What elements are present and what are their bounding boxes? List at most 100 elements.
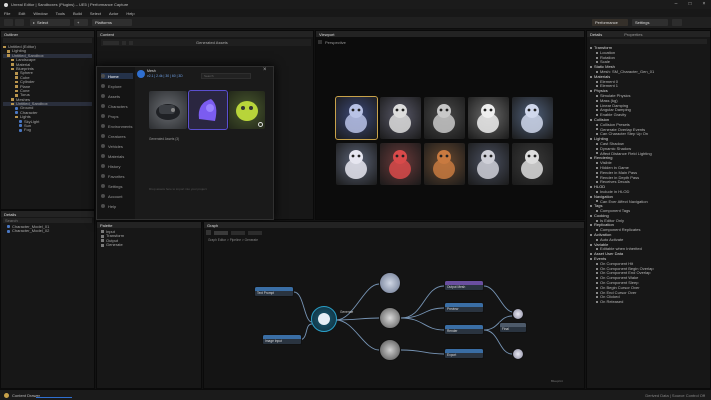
add-button[interactable]: + bbox=[74, 19, 88, 26]
generate-node[interactable] bbox=[311, 306, 337, 332]
nav-item-explore[interactable]: Explore bbox=[101, 83, 122, 89]
checkbox-icon[interactable] bbox=[596, 123, 598, 126]
checkbox-icon[interactable] bbox=[596, 70, 598, 73]
generated-asset-thumbnail[interactable] bbox=[468, 143, 509, 185]
graph-node[interactable]: Text Prompt bbox=[254, 286, 294, 297]
menu-item-file[interactable]: File bbox=[4, 11, 10, 16]
graph-node[interactable]: Final bbox=[499, 322, 527, 333]
content-tab[interactable]: Generated Assets bbox=[196, 40, 228, 45]
style-node[interactable] bbox=[379, 307, 401, 329]
checkbox-icon[interactable] bbox=[596, 56, 598, 59]
graph-node[interactable]: Output Mesh bbox=[444, 280, 484, 291]
menu-item-actor[interactable]: Actor bbox=[109, 11, 118, 16]
checkbox-icon[interactable] bbox=[596, 248, 598, 251]
expand-arrow-icon[interactable] bbox=[590, 46, 592, 49]
graph-node[interactable]: Export bbox=[444, 348, 484, 359]
generated-asset-thumbnail[interactable] bbox=[380, 97, 421, 139]
checkbox-icon[interactable] bbox=[596, 142, 598, 145]
platforms-button[interactable]: Platforms bbox=[92, 19, 132, 26]
nav-item-materials[interactable]: Materials bbox=[101, 153, 124, 159]
properties-tab[interactable]: Properties bbox=[624, 32, 642, 37]
checkbox-icon[interactable] bbox=[596, 109, 598, 112]
checkbox-icon[interactable] bbox=[596, 128, 598, 131]
nav-item-account[interactable]: Account bbox=[101, 193, 122, 199]
checkbox-icon[interactable] bbox=[596, 51, 598, 54]
save-icon[interactable] bbox=[4, 19, 13, 26]
checkbox-icon[interactable] bbox=[596, 301, 598, 304]
checkbox-icon[interactable] bbox=[596, 238, 598, 241]
checkbox-icon[interactable] bbox=[596, 267, 598, 270]
nav-item-settings[interactable]: Settings bbox=[101, 183, 122, 189]
generated-asset-thumbnail[interactable] bbox=[424, 143, 465, 185]
close-icon[interactable]: × bbox=[263, 67, 267, 73]
nav-item-assets[interactable]: Assets bbox=[101, 93, 120, 99]
import-button[interactable] bbox=[103, 40, 119, 45]
model-node[interactable] bbox=[379, 272, 401, 294]
expand-arrow-icon[interactable] bbox=[590, 195, 592, 198]
nav-item-creatures[interactable]: Creatures bbox=[101, 133, 126, 139]
generated-asset-thumbnail[interactable] bbox=[380, 143, 421, 185]
expand-arrow-icon[interactable] bbox=[590, 205, 592, 208]
nav-item-environments[interactable]: Environments bbox=[101, 123, 132, 129]
refresh-icon[interactable] bbox=[258, 122, 263, 127]
palette-item[interactable]: Generate bbox=[101, 242, 197, 247]
asset-thumbnail-purple[interactable] bbox=[188, 90, 228, 130]
nav-item-vehicles[interactable]: Vehicles bbox=[101, 143, 123, 149]
checkbox-icon[interactable] bbox=[596, 80, 598, 83]
menu-item-window[interactable]: Window bbox=[33, 11, 47, 16]
checkbox-icon[interactable] bbox=[596, 166, 598, 169]
expand-arrow-icon[interactable] bbox=[590, 90, 592, 93]
viewport-menu-icon[interactable] bbox=[318, 40, 322, 44]
checkbox-icon[interactable] bbox=[596, 181, 598, 184]
checkbox-icon[interactable] bbox=[596, 61, 598, 64]
checkbox-icon[interactable] bbox=[596, 176, 598, 179]
minimize-icon[interactable]: – bbox=[669, 0, 683, 9]
checkbox-icon[interactable] bbox=[596, 272, 598, 275]
preview-output-node[interactable] bbox=[512, 308, 524, 320]
expand-arrow-icon[interactable] bbox=[590, 234, 592, 237]
nav-item-history[interactable]: History bbox=[101, 163, 120, 169]
expand-arrow-icon[interactable] bbox=[590, 253, 592, 256]
graph-node[interactable]: Render bbox=[444, 324, 484, 335]
close-icon[interactable]: × bbox=[697, 0, 711, 9]
generated-asset-thumbnail[interactable] bbox=[512, 143, 553, 185]
expand-arrow-icon[interactable] bbox=[590, 118, 592, 121]
user-icon[interactable] bbox=[672, 19, 682, 26]
checkbox-icon[interactable] bbox=[596, 229, 598, 232]
right-search-input[interactable] bbox=[590, 39, 707, 44]
list-item[interactable]: Character_Model_02 bbox=[7, 229, 88, 233]
expand-arrow-icon[interactable] bbox=[590, 258, 592, 260]
checkbox-icon[interactable] bbox=[596, 104, 598, 107]
filter-icon[interactable] bbox=[122, 40, 126, 45]
checkbox-icon[interactable] bbox=[596, 94, 598, 97]
settings-button[interactable]: Settings bbox=[632, 19, 668, 26]
checkbox-icon[interactable] bbox=[596, 200, 598, 203]
menu-item-build[interactable]: Build bbox=[73, 11, 82, 16]
checkbox-icon[interactable] bbox=[596, 277, 598, 280]
menu-item-select[interactable]: Select bbox=[90, 11, 101, 16]
nav-item-home[interactable]: Home bbox=[101, 73, 133, 79]
checkbox-icon[interactable] bbox=[596, 162, 598, 165]
expand-arrow-icon[interactable] bbox=[590, 75, 592, 78]
checkbox-icon[interactable] bbox=[596, 219, 598, 222]
generated-asset-thumbnail[interactable] bbox=[424, 97, 465, 139]
menu-item-tools[interactable]: Tools bbox=[56, 11, 65, 16]
tree-row[interactable]: Fog bbox=[3, 128, 92, 132]
checkbox-icon[interactable] bbox=[596, 114, 598, 117]
graph-node[interactable]: Preview bbox=[444, 302, 484, 313]
menu-item-edit[interactable]: Edit bbox=[18, 11, 25, 16]
expand-arrow-icon[interactable] bbox=[590, 214, 592, 217]
nav-item-help[interactable]: Help bbox=[101, 203, 116, 209]
checkbox-icon[interactable] bbox=[596, 296, 598, 299]
expand-arrow-icon[interactable] bbox=[590, 138, 592, 141]
checkbox-icon[interactable] bbox=[596, 262, 598, 265]
render-output-node[interactable] bbox=[512, 348, 524, 360]
generated-asset-thumbnail[interactable] bbox=[468, 97, 509, 139]
select-mode-button[interactable]: ▸ Select bbox=[30, 19, 70, 26]
checkbox-icon[interactable] bbox=[596, 85, 598, 88]
expand-arrow-icon[interactable] bbox=[590, 157, 592, 160]
details-search-input[interactable]: Search bbox=[3, 218, 92, 223]
content-icon[interactable] bbox=[15, 19, 24, 26]
asset-thumbnail-robot[interactable] bbox=[149, 91, 187, 129]
dialog-search-input[interactable]: Search bbox=[201, 73, 251, 79]
